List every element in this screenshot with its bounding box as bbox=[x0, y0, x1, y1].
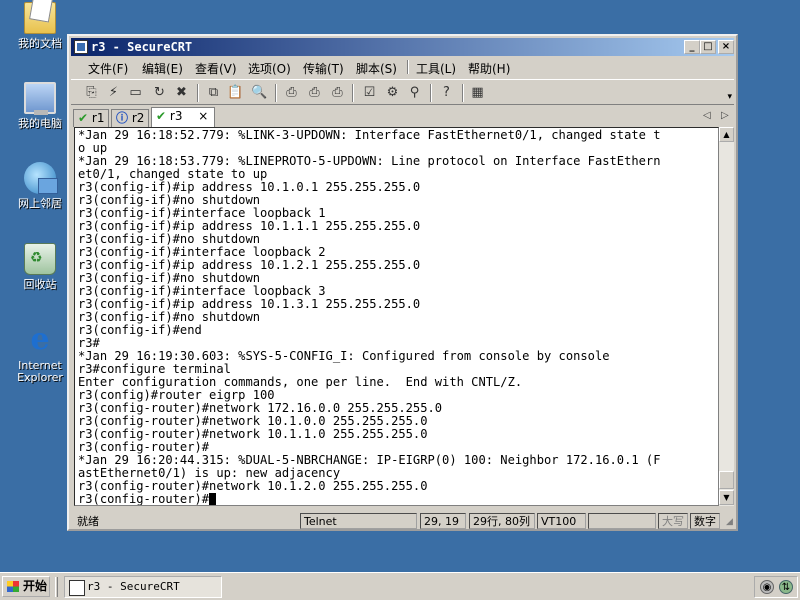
info-icon: ⓘ bbox=[116, 111, 129, 125]
terminal-prompt: r3(config-router)# bbox=[78, 492, 210, 506]
terminal-prompt-line: r3(config-router)# bbox=[78, 492, 660, 506]
desktop-icon-internet-explorer[interactable]: e Internet Explorer bbox=[8, 324, 72, 384]
copy-icon[interactable]: ⧉ bbox=[205, 84, 222, 101]
status-bar: 就绪 Telnet 29, 19 29行, 80列 VT100 大写 数字 ◢ bbox=[71, 512, 734, 530]
status-protocol: Telnet bbox=[300, 513, 417, 529]
desktop-icon-label: Explorer bbox=[17, 371, 63, 384]
tab-r3[interactable]: ✔ r3 × bbox=[151, 107, 215, 127]
print-setup-icon[interactable]: ⎙ bbox=[329, 84, 346, 101]
maximize-button[interactable]: □ bbox=[700, 40, 716, 54]
tab-r2[interactable]: ⓘ r2 bbox=[111, 109, 149, 127]
recycle-bin-icon bbox=[24, 243, 56, 275]
network-places-icon bbox=[24, 162, 58, 194]
desktop-icon-network-places[interactable]: 网上邻居 bbox=[8, 162, 72, 210]
status-cursor-position: 29, 19 bbox=[420, 513, 466, 529]
menu-options[interactable]: 选项(O) bbox=[248, 60, 291, 77]
window-titlebar[interactable]: r3 - SecureCRT _ □ × bbox=[71, 38, 734, 56]
my-computer-icon bbox=[24, 82, 56, 115]
keypad-icon[interactable]: ▦ bbox=[469, 84, 486, 101]
session-tab-bar: ✔ r1 ⓘ r2 ✔ r3 × ◁ ▷ bbox=[71, 107, 734, 127]
menu-script[interactable]: 脚本(S) bbox=[356, 60, 397, 77]
tab-r1[interactable]: ✔ r1 bbox=[73, 109, 109, 127]
securecrt-app-icon[interactable] bbox=[74, 40, 88, 54]
window-title: r3 - SecureCRT bbox=[91, 40, 193, 54]
status-terminal-size: 29行, 80列 bbox=[469, 513, 535, 529]
desktop-icon-label: 回收站 bbox=[23, 278, 57, 291]
menu-tools[interactable]: 工具(L) bbox=[416, 60, 456, 77]
taskbar-button-securecrt[interactable]: r3 - SecureCRT bbox=[64, 576, 222, 598]
start-label: 开始 bbox=[23, 579, 48, 593]
desktop-icon-label: 网上邻居 bbox=[18, 197, 62, 210]
menu-file[interactable]: 文件(F) bbox=[88, 60, 128, 77]
desktop-icon-my-documents[interactable]: 我的文档 bbox=[8, 2, 72, 50]
taskbar-handle[interactable] bbox=[55, 577, 58, 597]
terminal-line: *Jan 29 16:18:52.779: %LINK-3-UPDOWN: In… bbox=[78, 128, 661, 142]
terminal-line: r3(config-if)#end bbox=[78, 323, 202, 337]
scroll-down-icon[interactable]: ▼ bbox=[719, 490, 734, 505]
disconnect-icon[interactable]: ✖ bbox=[173, 84, 190, 101]
menu-bar: 文件(F) 编辑(E) 查看(V) 选项(O) 传输(T) 脚本(S) 工具(L… bbox=[71, 57, 734, 77]
menu-edit[interactable]: 编辑(E) bbox=[142, 60, 183, 77]
tab-scroll-right-icon[interactable]: ▷ bbox=[721, 110, 729, 121]
internet-explorer-icon: e bbox=[30, 322, 50, 357]
menu-help[interactable]: 帮助(H) bbox=[468, 60, 510, 77]
paste-icon[interactable]: 📋 bbox=[227, 84, 244, 101]
toolbar-separator bbox=[197, 84, 199, 102]
reconnect-icon[interactable]: ↻ bbox=[151, 84, 168, 101]
help-icon[interactable]: ? bbox=[438, 84, 455, 101]
scrollbar-thumb[interactable] bbox=[719, 471, 734, 489]
tab-label: r2 bbox=[131, 111, 145, 125]
session-options-icon[interactable]: ☑ bbox=[361, 84, 378, 101]
connect-icon[interactable]: ⎘ bbox=[83, 84, 100, 101]
toolbar-separator bbox=[462, 84, 464, 102]
menu-view[interactable]: 查看(V) bbox=[195, 60, 237, 77]
find-icon[interactable]: 🔍 bbox=[251, 84, 268, 101]
terminal-scrollbar[interactable]: ▲ ▼ bbox=[719, 127, 734, 506]
tab-label: r3 bbox=[169, 109, 183, 123]
resize-grip-icon[interactable]: ◢ bbox=[726, 517, 733, 527]
toolbar-separator bbox=[352, 84, 354, 102]
toolbar-overflow-icon[interactable]: ▾ bbox=[727, 92, 732, 102]
status-num-lock: 数字 bbox=[690, 513, 720, 529]
tab-label: r1 bbox=[91, 111, 105, 125]
close-button[interactable]: × bbox=[718, 40, 734, 54]
print-selection-icon[interactable]: ⎙ bbox=[306, 84, 323, 101]
connected-check-icon: ✔ bbox=[78, 111, 89, 125]
tray-network-icon[interactable]: ⇅ bbox=[779, 580, 793, 594]
connect-in-tab-icon[interactable]: ▭ bbox=[127, 84, 144, 101]
terminal-output: *Jan 29 16:18:52.779: %LINK-3-UPDOWN: In… bbox=[78, 128, 661, 506]
terminal-screen[interactable]: *Jan 29 16:18:52.779: %LINK-3-UPDOWN: In… bbox=[74, 127, 719, 506]
status-caps-lock: 大写 bbox=[658, 513, 688, 529]
desktop-icon-my-computer[interactable]: 我的电脑 bbox=[8, 82, 72, 130]
system-tray: ◉ ⇅ bbox=[754, 576, 798, 598]
desktop-icon-label: 我的电脑 bbox=[18, 117, 62, 130]
keymap-icon[interactable]: ⚲ bbox=[406, 84, 423, 101]
desktop-icon-recycle-bin[interactable]: 回收站 bbox=[8, 243, 72, 291]
print-icon[interactable]: ⎙ bbox=[283, 84, 300, 101]
terminal-cursor bbox=[209, 493, 217, 505]
tray-volume-icon[interactable]: ◉ bbox=[760, 580, 774, 594]
tab-close-icon[interactable]: × bbox=[198, 109, 208, 123]
taskbar: 开始 r3 - SecureCRT ◉ ⇅ bbox=[0, 572, 800, 600]
scroll-up-icon[interactable]: ▲ bbox=[719, 127, 734, 142]
securecrt-window: r3 - SecureCRT _ □ × 文件(F) 编辑(E) 查看(V) 选… bbox=[67, 34, 738, 531]
menu-separator bbox=[407, 60, 409, 74]
quick-connect-icon[interactable]: ⚡ bbox=[105, 84, 122, 101]
toolbar: ⎘ ⚡ ▭ ↻ ✖ ⧉ 📋 🔍 ⎙ ⎙ ⎙ ☑ ⚙ ⚲ ? ▦ ▾ bbox=[71, 79, 734, 105]
status-emulation: VT100 bbox=[537, 513, 586, 529]
connected-check-icon: ✔ bbox=[156, 109, 167, 123]
global-options-icon[interactable]: ⚙ bbox=[384, 84, 401, 101]
minimize-button[interactable]: _ bbox=[684, 40, 700, 54]
status-ready: 就绪 bbox=[77, 515, 99, 528]
taskbar-button-label: r3 - SecureCRT bbox=[87, 580, 180, 593]
toolbar-separator bbox=[430, 84, 432, 102]
toolbar-separator bbox=[275, 84, 277, 102]
my-documents-icon bbox=[24, 2, 56, 34]
desktop-icon-label: 我的文档 bbox=[18, 37, 62, 50]
status-blank bbox=[588, 513, 656, 529]
start-button[interactable]: 开始 bbox=[2, 576, 50, 597]
tab-scroll-left-icon[interactable]: ◁ bbox=[703, 110, 711, 121]
menu-transfer[interactable]: 传输(T) bbox=[303, 60, 344, 77]
